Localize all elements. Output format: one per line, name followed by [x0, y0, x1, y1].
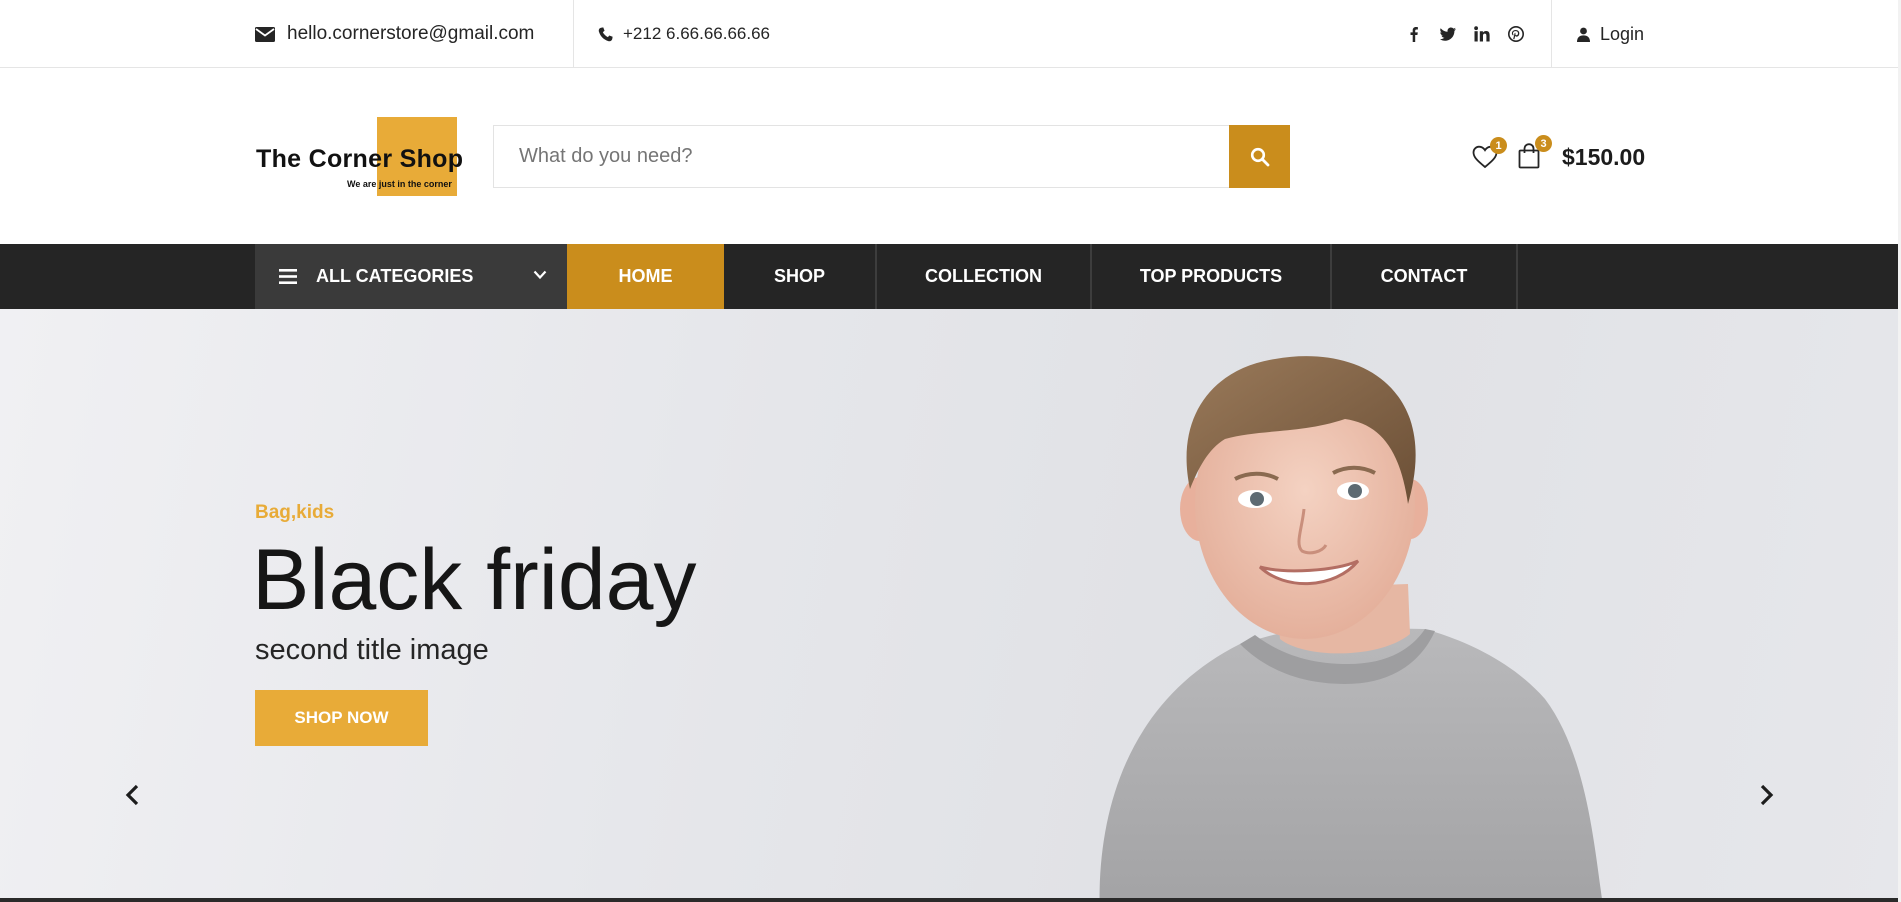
contact-phone[interactable]: +212 6.66.66.66.66 [598, 22, 770, 46]
hero-image-boy [1099, 356, 1603, 902]
logo-title: The Corner Shop [256, 145, 464, 173]
hamburger-icon [279, 269, 297, 284]
divider [1551, 0, 1552, 68]
cart-button[interactable]: 3 [1518, 135, 1552, 171]
chevron-right-icon [1760, 784, 1774, 806]
linkedin-icon[interactable] [1473, 25, 1491, 43]
chevron-left-icon [125, 784, 139, 806]
top-bar: hello.cornerstore@gmail.com +212 6.66.66… [0, 0, 1901, 68]
all-categories-label: ALL CATEGORIES [316, 266, 474, 286]
chevron-down-icon [533, 270, 547, 280]
hero-bottom-edge [0, 898, 1901, 902]
divider [573, 0, 574, 68]
twitter-icon[interactable] [1439, 25, 1457, 43]
login-link[interactable]: Login [1577, 22, 1644, 46]
envelope-icon [255, 26, 275, 42]
cart-count-badge: 3 [1535, 135, 1552, 152]
hero-slider: Bag,kids Black friday second title image… [0, 309, 1901, 902]
search-button[interactable] [1229, 125, 1290, 188]
nav-item-home[interactable]: HOME [567, 244, 724, 309]
search-input[interactable] [493, 125, 1229, 188]
nav-item-shop[interactable]: SHOP [724, 244, 877, 309]
all-categories-dropdown[interactable]: ALL CATEGORIES [255, 244, 567, 309]
contact-phone-text: +212 6.66.66.66.66 [623, 24, 770, 43]
user-icon [1577, 27, 1590, 42]
main-nav: ALL CATEGORIES HOME SHOP COLLECTION TOP … [0, 244, 1901, 309]
site-logo[interactable]: The Corner Shop We are just in the corne… [255, 117, 463, 196]
phone-icon [598, 26, 613, 41]
pinterest-icon[interactable] [1507, 25, 1525, 43]
hero-title: Black friday [252, 532, 697, 628]
contact-email-text: hello.cornerstore@gmail.com [287, 23, 535, 44]
slider-prev-button[interactable] [121, 781, 143, 809]
logo-tagline: We are just in the corner [347, 179, 452, 189]
search-icon [1250, 147, 1269, 166]
search-bar [493, 125, 1290, 188]
login-label: Login [1600, 23, 1645, 44]
wishlist-count-badge: 1 [1490, 137, 1507, 154]
facebook-icon[interactable] [1405, 25, 1423, 43]
cart-total[interactable]: $150.00 [1562, 144, 1645, 171]
hero-subtitle: second title image [255, 634, 489, 666]
contact-email[interactable]: hello.cornerstore@gmail.com [255, 22, 534, 46]
shop-now-button[interactable]: SHOP NOW [255, 690, 428, 746]
nav-item-contact[interactable]: CONTACT [1332, 244, 1518, 309]
nav-item-top-products[interactable]: TOP PRODUCTS [1092, 244, 1332, 309]
nav-item-collection[interactable]: COLLECTION [877, 244, 1092, 309]
hero-category: Bag,kids [255, 502, 335, 523]
slider-next-button[interactable] [1756, 781, 1778, 809]
wishlist-button[interactable]: 1 [1472, 137, 1507, 171]
social-links [1405, 22, 1525, 46]
